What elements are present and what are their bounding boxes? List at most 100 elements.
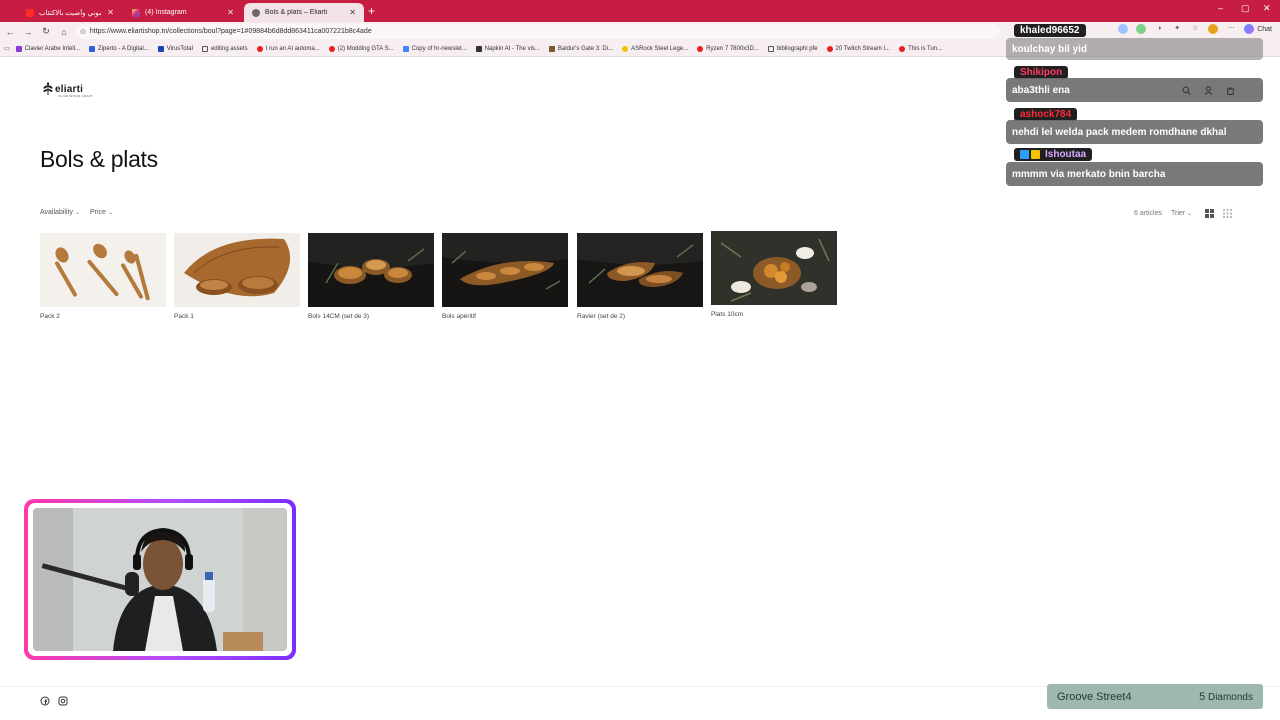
- goal-unit: Diamonds: [1207, 691, 1253, 703]
- webcam-video: [33, 508, 287, 651]
- home-icon[interactable]: ⌂: [55, 27, 73, 37]
- product-image[interactable]: [442, 233, 568, 307]
- bookmark-item[interactable]: Napkin AI - The vis...: [475, 45, 540, 52]
- favorite-star-icon[interactable]: ☆: [1190, 24, 1200, 34]
- close-icon[interactable]: ✕: [227, 8, 234, 17]
- product-name[interactable]: Bols apéritif: [442, 313, 568, 320]
- webcam-frame-inner: [28, 503, 292, 656]
- chat-message: mmmm via merkato bnin barcha: [1006, 162, 1263, 186]
- product-name[interactable]: Pack 1: [174, 313, 300, 320]
- facebook-icon[interactable]: [40, 696, 50, 706]
- close-icon[interactable]: ✕: [349, 8, 356, 17]
- search-icon[interactable]: [1182, 86, 1191, 95]
- product-card[interactable]: Bols apéritif: [442, 233, 568, 320]
- grid-large-view-icon[interactable]: [1205, 209, 1215, 218]
- forward-icon[interactable]: →: [19, 27, 37, 37]
- extension-icon[interactable]: [1136, 24, 1147, 34]
- bookmark-item[interactable]: Ziperto - A Digital...: [89, 45, 149, 52]
- product-grid: Pack 2 Pack 1 Bols 14CM (set de 3) Bols …: [40, 231, 840, 333]
- price-filter[interactable]: Price ⌄: [90, 209, 113, 216]
- tab-eliarti[interactable]: Bols & plats – Eliarti ✕: [244, 3, 364, 22]
- bookmark-label: editing assets: [210, 45, 248, 52]
- address-bar[interactable]: ⊙ https://www.eliartishop.tn/collections…: [76, 24, 1000, 39]
- product-name[interactable]: Plats 10cm: [711, 311, 837, 318]
- cart-icon[interactable]: [1226, 86, 1235, 95]
- product-image[interactable]: [711, 231, 837, 305]
- bookmark-favicon: [157, 45, 164, 52]
- product-card[interactable]: Bols 14CM (set de 3): [308, 233, 434, 320]
- product-image[interactable]: [174, 233, 300, 307]
- bookmark-label: Baldur's Gate 3: Di...: [557, 45, 614, 52]
- sort-dropdown[interactable]: Trier ⌄: [1171, 210, 1192, 217]
- username-text: ashock784: [1020, 109, 1072, 120]
- product-name[interactable]: Bols 14CM (set de 3): [308, 313, 434, 320]
- close-icon[interactable]: ✕: [107, 8, 114, 17]
- account-icon[interactable]: [1204, 86, 1213, 95]
- grid-small-view-icon[interactable]: [1223, 209, 1233, 218]
- product-image[interactable]: [40, 233, 166, 307]
- footer-social-links: [40, 696, 68, 706]
- bookmarks-menu-icon[interactable]: ▭: [4, 45, 10, 52]
- close-window-button[interactable]: ✕: [1263, 3, 1271, 14]
- product-name[interactable]: Pack 2: [40, 313, 166, 320]
- youtube-icon: [26, 8, 34, 17]
- docs-icon: [402, 45, 409, 52]
- copilot-chat-button[interactable]: Chat: [1244, 24, 1272, 34]
- profile-icon[interactable]: [1208, 24, 1219, 34]
- username-text: Ishoutaa: [1045, 149, 1087, 160]
- bookmark-item[interactable]: Clavier Arabe Intell...: [15, 45, 80, 52]
- bookmark-label: Ryzen 7 7800x3D...: [706, 45, 759, 52]
- more-menu-icon[interactable]: ⋯: [1226, 24, 1236, 34]
- extensions-icon[interactable]: ✦: [1172, 24, 1182, 34]
- bookmark-item[interactable]: Ryzen 7 7800x3D...: [697, 45, 759, 52]
- bookmark-item[interactable]: (2) Modding GTA S...: [328, 45, 394, 52]
- instagram-icon[interactable]: [58, 696, 68, 706]
- bookmark-folder[interactable]: bibliographi pfe: [767, 45, 818, 52]
- maximize-button[interactable]: ▢: [1241, 3, 1250, 14]
- extension-icon[interactable]: [1118, 24, 1129, 34]
- tab-instagram[interactable]: (4) Instagram ✕: [124, 3, 242, 22]
- webcam-overlay: [24, 499, 296, 660]
- gift-badge-icon: [1031, 150, 1040, 159]
- product-card[interactable]: Ravier (set de 2): [577, 233, 703, 320]
- product-card[interactable]: Pack 1: [174, 233, 300, 320]
- message-text: aba3thli ena: [1012, 84, 1070, 96]
- site-info-icon[interactable]: ⊙: [80, 28, 86, 36]
- chat-message: nehdi lel welda pack medem romdhane dkha…: [1006, 120, 1263, 144]
- bookmark-item[interactable]: VirusTotal: [157, 45, 193, 52]
- message-text: mmmm via merkato bnin barcha: [1012, 168, 1166, 180]
- reload-icon[interactable]: ↻: [37, 26, 55, 37]
- donation-goal-widget: Groove Street4 5 Diamonds: [1047, 684, 1263, 709]
- bookmark-item[interactable]: Copy of hr-newslet...: [402, 45, 467, 52]
- product-card[interactable]: Pack 2: [40, 233, 166, 320]
- bookmark-item[interactable]: This is Tun...: [899, 45, 942, 52]
- bookmark-item[interactable]: 20 Twitch Stream I...: [826, 45, 890, 52]
- product-image[interactable]: [577, 233, 703, 307]
- sort-label: Trier: [1171, 210, 1186, 217]
- chat-message: aba3thli ena: [1006, 78, 1263, 102]
- bookmark-label: bibliographi pfe: [776, 45, 818, 52]
- bookmark-item[interactable]: Baldur's Gate 3: Di...: [548, 45, 614, 52]
- globe-icon: [252, 8, 260, 17]
- youtube-icon: [826, 45, 833, 52]
- bookmark-item[interactable]: I run an AI automa...: [256, 45, 320, 52]
- bookmark-folder[interactable]: editing assets: [201, 45, 248, 52]
- minimize-button[interactable]: –: [1218, 3, 1223, 13]
- new-tab-button[interactable]: +: [368, 4, 375, 18]
- product-card[interactable]: Plats 10cm: [711, 231, 837, 318]
- bookmark-item[interactable]: ASRock Steel Lege...: [622, 45, 688, 52]
- sort-bar: 6 articles Trier ⌄: [1134, 209, 1233, 218]
- message-text: nehdi lel welda pack medem romdhane dkha…: [1012, 126, 1227, 138]
- tab-arabic-video[interactable]: لدى عبيد تعلموني وأصبت بالاكتئاب ✕: [18, 3, 122, 22]
- filter-label: Price: [89, 209, 106, 216]
- subscriber-badge-icon: [1020, 150, 1029, 159]
- chat-username: Ishoutaa: [1014, 148, 1093, 161]
- store-logo[interactable]: eliarti OLIVE WOOD CRAFT: [42, 82, 93, 98]
- product-name[interactable]: Ravier (set de 2): [577, 313, 703, 320]
- bookmark-label: I run an AI automa...: [265, 45, 320, 52]
- read-aloud-icon[interactable]: ◑: [1154, 24, 1164, 34]
- back-icon[interactable]: ←: [1, 27, 19, 37]
- olive-branch-icon: [43, 82, 53, 95]
- product-image[interactable]: [308, 233, 434, 307]
- availability-filter[interactable]: Availability ⌄: [40, 209, 80, 216]
